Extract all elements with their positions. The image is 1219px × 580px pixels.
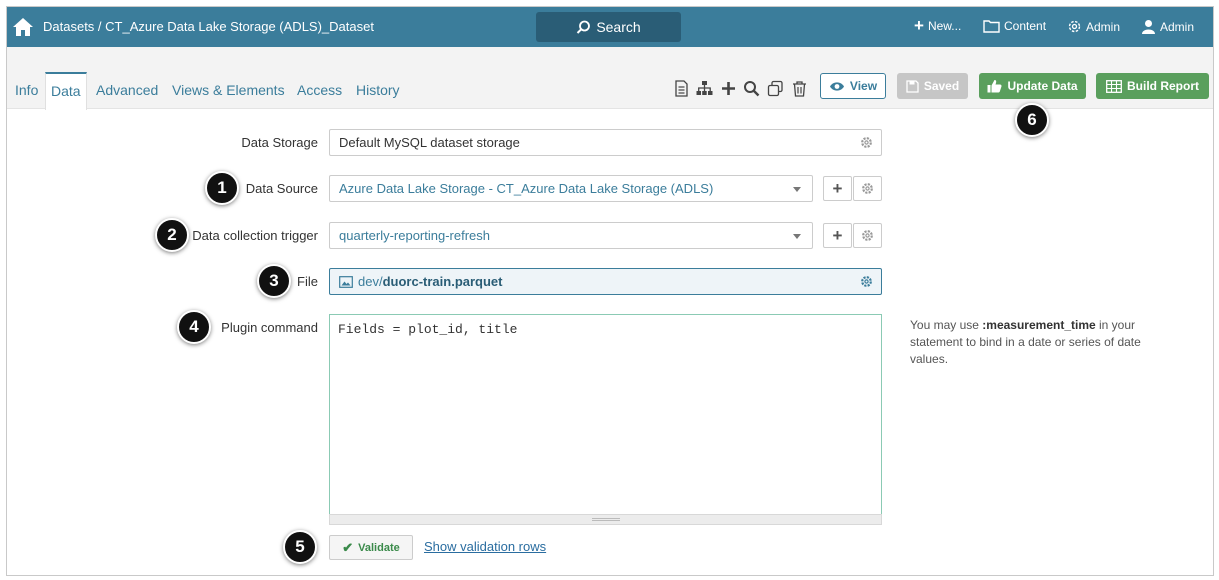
copy-icon[interactable] (767, 80, 784, 97)
gear-icon (862, 183, 873, 194)
file-picker[interactable]: dev / duorc-train.parquet (329, 268, 882, 295)
saved-button[interactable]: Saved (897, 73, 968, 99)
chevron-down-icon (793, 187, 801, 192)
breadcrumb-datasets-link[interactable]: Datasets (43, 19, 94, 34)
callout-marker-4: 4 (177, 310, 211, 344)
tab-data[interactable]: Data (45, 72, 87, 110)
data-storage-label: Data Storage (241, 135, 318, 150)
thumbs-up-icon (987, 80, 1003, 93)
update-data-label: Update Data (1007, 79, 1078, 93)
resize-handle[interactable] (329, 514, 882, 525)
search-button[interactable]: Search (536, 12, 681, 42)
chevron-down-icon (793, 234, 801, 239)
tab-access[interactable]: Access (297, 82, 342, 98)
plus-icon: + (914, 16, 924, 35)
gear-icon[interactable] (860, 136, 873, 149)
admin-menu-button[interactable]: Admin (1067, 19, 1120, 34)
data-source-select[interactable]: Azure Data Lake Storage - CT_Azure Data … (329, 175, 813, 202)
trash-icon[interactable] (791, 80, 808, 97)
breadcrumb-current: CT_Azure Data Lake Storage (ADLS)_Datase… (105, 19, 374, 34)
callout-marker-5: 5 (283, 530, 317, 564)
breadcrumb: Datasets / CT_Azure Data Lake Storage (A… (43, 19, 374, 34)
home-icon[interactable] (12, 17, 34, 37)
checkmark-icon: ✔ (342, 539, 354, 555)
add-icon[interactable] (720, 80, 737, 97)
build-report-button[interactable]: Build Report (1096, 73, 1209, 99)
data-source-value: Azure Data Lake Storage - CT_Azure Data … (339, 181, 714, 196)
build-report-label: Build Report (1127, 79, 1199, 93)
view-button-label: View (849, 79, 878, 93)
top-navigation-bar: Datasets / CT_Azure Data Lake Storage (A… (7, 7, 1213, 47)
content-menu-label: Content (1004, 19, 1047, 33)
saved-button-label: Saved (923, 79, 960, 93)
user-icon (1142, 20, 1155, 34)
tab-history[interactable]: History (356, 82, 400, 98)
view-button[interactable]: View (820, 73, 886, 99)
data-source-settings-button[interactable] (853, 176, 882, 201)
callout-marker-2: 2 (155, 218, 189, 252)
show-validation-rows-link[interactable]: Show validation rows (424, 539, 546, 554)
app-window: Datasets / CT_Azure Data Lake Storage (A… (6, 6, 1214, 576)
add-data-source-button[interactable]: + (823, 176, 852, 201)
trigger-label: Data collection trigger (192, 228, 318, 243)
update-data-button[interactable]: Update Data (979, 73, 1086, 99)
tab-advanced[interactable]: Advanced (96, 82, 158, 98)
new-menu-button[interactable]: + New... (914, 16, 962, 35)
search-icon (577, 20, 591, 34)
document-icon[interactable] (673, 80, 690, 97)
admin-menu-label: Admin (1086, 19, 1121, 34)
callout-marker-1: 1 (205, 171, 239, 205)
tab-bar: Info Data Advanced Views & Elements Acce… (7, 47, 1213, 110)
file-name: duorc-train.parquet (382, 274, 503, 289)
breadcrumb-separator: / (94, 19, 106, 34)
gear-icon[interactable] (860, 275, 873, 288)
plugin-hint-text: You may use :measurement_time in your st… (910, 317, 1180, 368)
tab-views-elements[interactable]: Views & Elements (172, 82, 285, 98)
callout-marker-6: 6 (1015, 103, 1049, 137)
data-storage-field: Default MySQL dataset storage (329, 129, 882, 156)
plus-icon: + (832, 225, 843, 245)
callout-marker-3: 3 (257, 264, 291, 298)
file-label: File (297, 274, 318, 289)
user-menu-label: Admin (1160, 19, 1195, 34)
magnifier-icon[interactable] (743, 80, 760, 97)
hint-prefix: You may use (910, 318, 983, 332)
grip-lines (592, 518, 620, 521)
user-menu-button[interactable]: Admin (1141, 19, 1194, 34)
validate-label: Validate (358, 541, 400, 554)
trigger-select[interactable]: quarterly-reporting-refresh (329, 222, 813, 249)
table-icon (1106, 79, 1122, 93)
eye-icon (829, 81, 844, 91)
plugin-command-label: Plugin command (221, 320, 318, 335)
plugin-command-textarea[interactable]: Fields = plot_id, title (329, 314, 882, 525)
content-menu-button[interactable]: Content (983, 19, 1046, 33)
trigger-settings-button[interactable] (853, 223, 882, 248)
gear-icon (862, 230, 873, 241)
data-source-label: Data Source (245, 181, 318, 196)
gear-icon (1068, 20, 1081, 33)
validate-button[interactable]: ✔ Validate (329, 535, 413, 560)
trigger-value: quarterly-reporting-refresh (339, 228, 491, 243)
folder-icon (983, 20, 1000, 33)
plus-icon: + (832, 178, 843, 198)
save-icon (906, 79, 919, 93)
new-menu-label: New... (927, 19, 962, 33)
add-trigger-button[interactable]: + (823, 223, 852, 248)
file-folder: dev (358, 274, 379, 289)
hint-variable: :measurement_time (982, 318, 1096, 332)
data-storage-value: Default MySQL dataset storage (339, 135, 520, 150)
sitemap-icon[interactable] (696, 80, 713, 97)
search-label: Search (596, 19, 641, 35)
file-image-icon (339, 275, 353, 288)
tab-info[interactable]: Info (15, 82, 38, 98)
